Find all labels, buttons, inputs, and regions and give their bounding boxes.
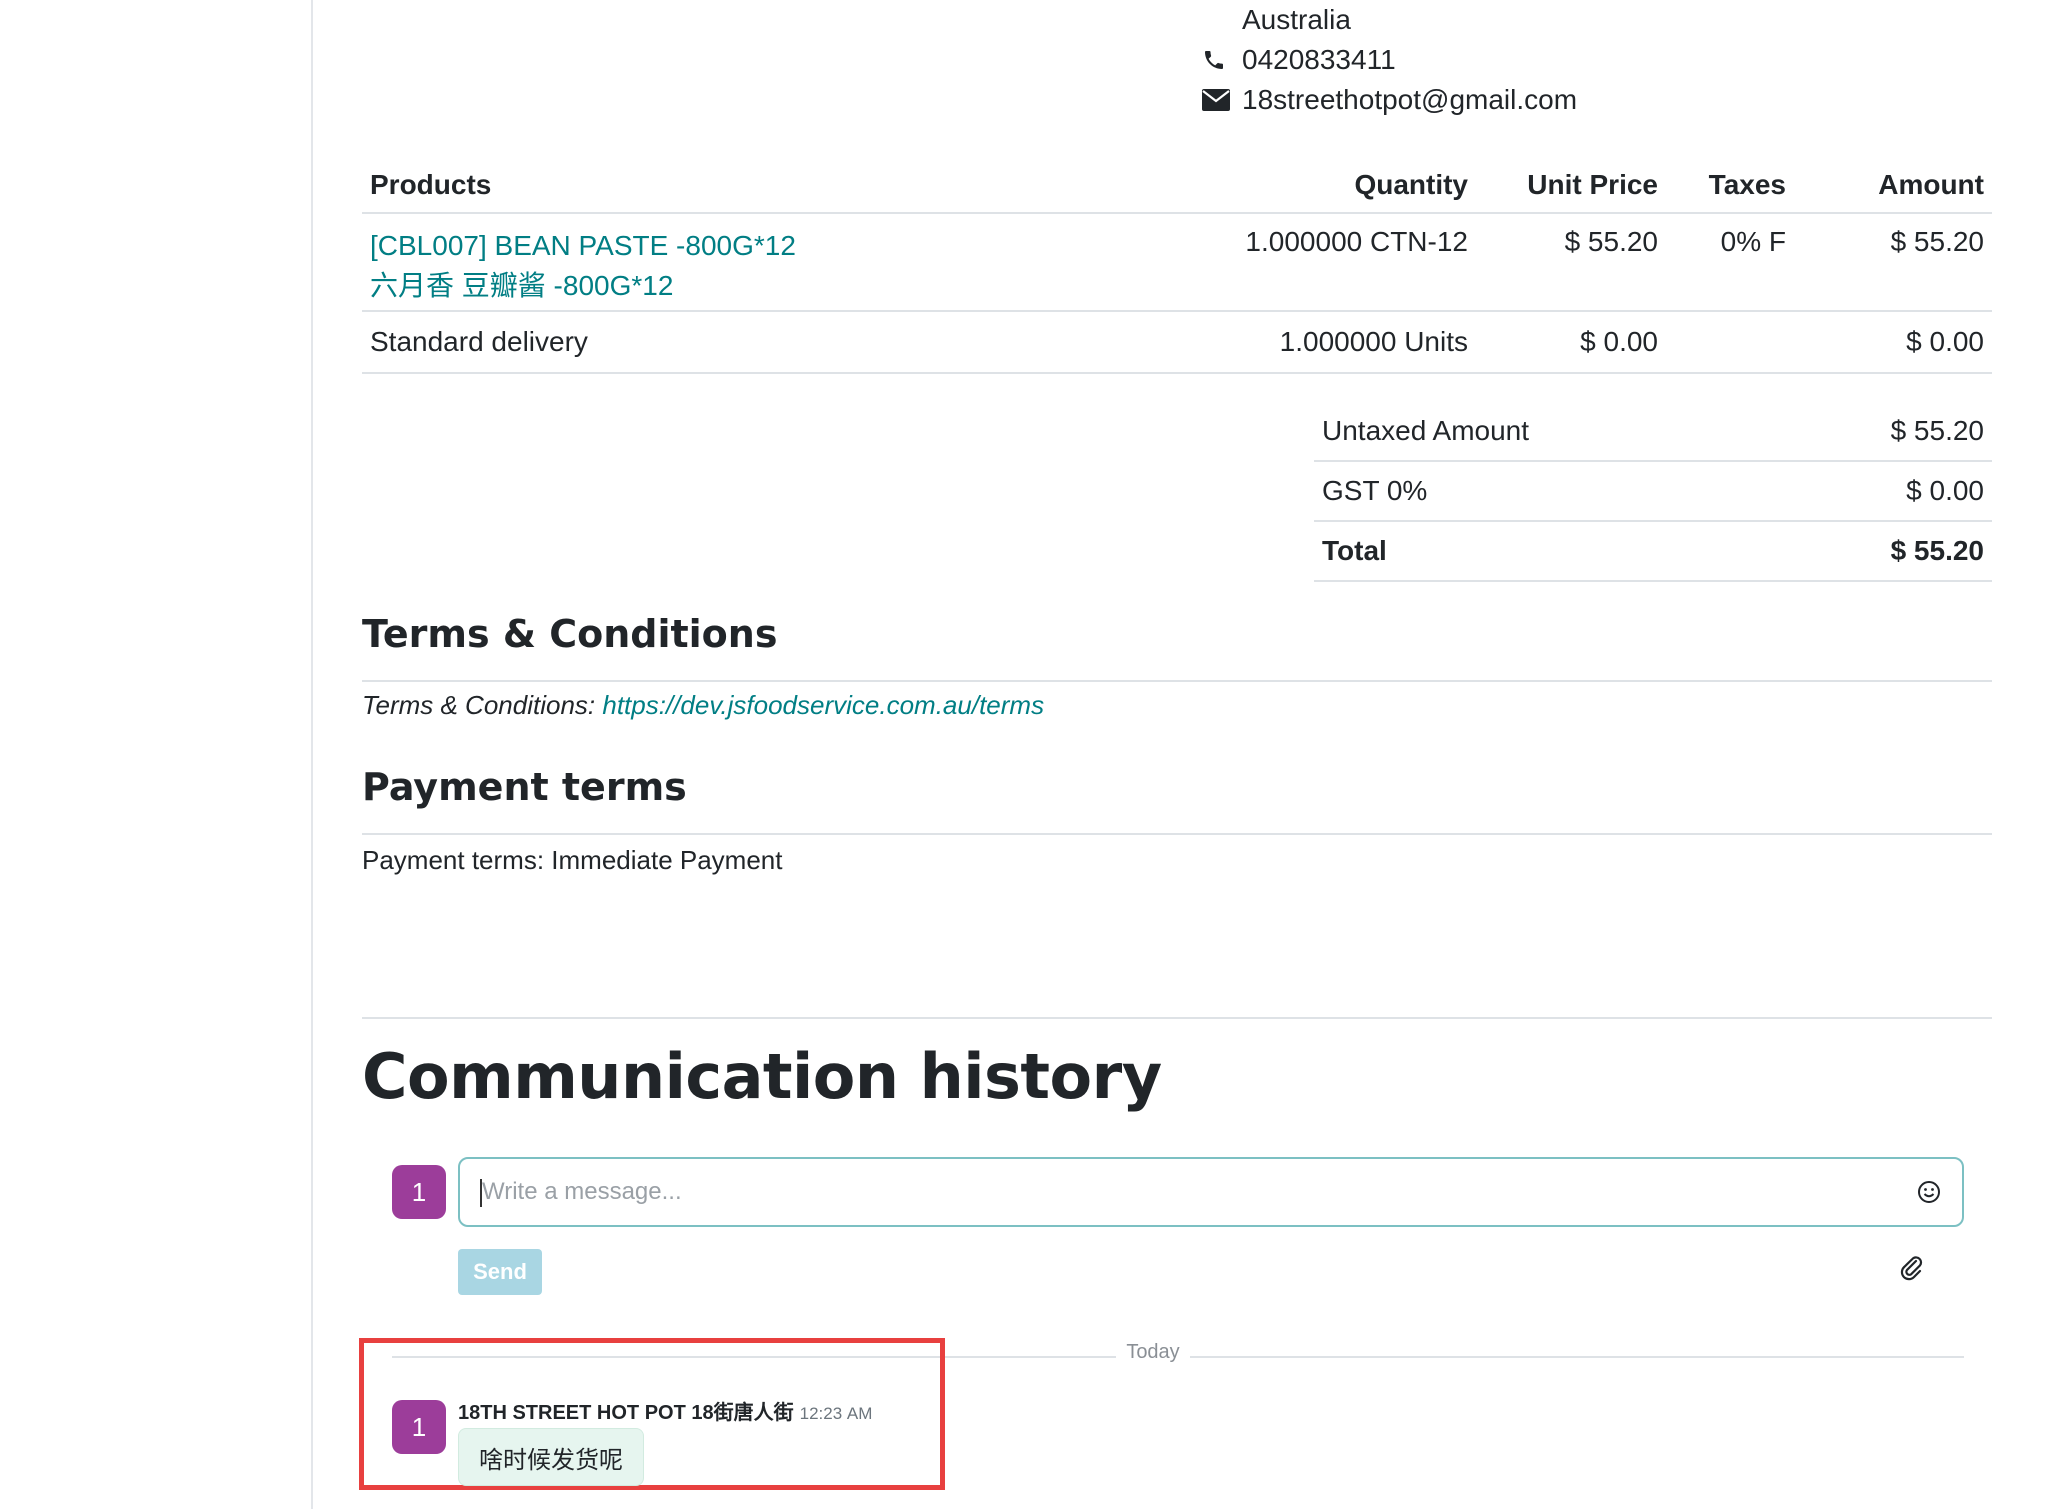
col-products: Products xyxy=(362,158,1198,214)
quantity-cell: 1.000000 Units xyxy=(1198,311,1476,374)
today-divider-right xyxy=(1190,1356,1964,1358)
message-composer xyxy=(458,1157,1964,1227)
col-unit-price: Unit Price xyxy=(1476,158,1666,214)
totals-label: Total xyxy=(1314,521,1769,582)
quantity-cell: 1.000000 CTN-12 xyxy=(1198,213,1476,312)
unit-price-cell: $ 55.20 xyxy=(1476,213,1666,312)
product-cell: [CBL007] BEAN PASTE -800G*12 六月香 豆瓣酱 -80… xyxy=(362,213,1198,312)
totals-row-gst: GST 0% $ 0.00 xyxy=(1314,461,1992,522)
payment-terms-heading: Payment terms xyxy=(362,765,1992,835)
composer-avatar: 1 xyxy=(392,1165,446,1219)
amount-cell: $ 0.00 xyxy=(1794,311,1992,374)
totals-label: Untaxed Amount xyxy=(1314,402,1769,462)
totals-row-untaxed: Untaxed Amount $ 55.20 xyxy=(1314,402,1992,462)
col-taxes: Taxes xyxy=(1666,158,1794,214)
product-link[interactable]: [CBL007] BEAN PASTE -800G*12 六月香 豆瓣酱 -80… xyxy=(370,226,1190,306)
totals-table: Untaxed Amount $ 55.20 GST 0% $ 0.00 Tot… xyxy=(1314,402,1992,582)
col-amount: Amount xyxy=(1794,158,1992,214)
taxes-cell: 0% F xyxy=(1666,213,1794,312)
today-divider-label: Today xyxy=(1126,1341,1180,1363)
terms-text: Terms & Conditions: https://dev.jsfoodse… xyxy=(362,690,1044,721)
emoji-icon[interactable] xyxy=(1914,1177,1944,1207)
table-header-row: Products Quantity Unit Price Taxes Amoun… xyxy=(362,158,1992,214)
phone-icon xyxy=(1202,48,1242,72)
terms-heading: Terms & Conditions xyxy=(362,612,1992,682)
send-button[interactable]: Send xyxy=(458,1249,542,1295)
terms-link[interactable]: https://dev.jsfoodservice.com.au/terms xyxy=(602,690,1044,720)
product-cell: Standard delivery xyxy=(362,311,1198,374)
communication-history-heading: Communication history xyxy=(362,1040,1162,1113)
unit-price-cell: $ 0.00 xyxy=(1476,311,1666,374)
products-table: Products Quantity Unit Price Taxes Amoun… xyxy=(362,158,1992,374)
address-phone: 0420833411 xyxy=(1242,44,1396,75)
portal-document: Australia 0420833411 18streethotpot@gmai… xyxy=(359,0,1992,1509)
text-caret xyxy=(480,1179,482,1207)
totals-row-total: Total $ 55.20 xyxy=(1314,521,1992,582)
amount-cell: $ 55.20 xyxy=(1794,213,1992,312)
message-author: 18TH STREET HOT POT 18街唐人街 12:23 AM xyxy=(458,1396,872,1425)
left-border xyxy=(311,0,313,1509)
totals-value: $ 0.00 xyxy=(1768,461,1992,522)
totals-label: GST 0% xyxy=(1314,461,1769,522)
payment-terms-text: Payment terms: Immediate Payment xyxy=(362,845,783,875)
address-email: 18streethotpot@gmail.com xyxy=(1242,84,1578,115)
address-country: Australia xyxy=(1242,4,1351,35)
message-avatar: 1 xyxy=(392,1400,446,1454)
message-author-name: 18TH STREET HOT POT 18街唐人街 xyxy=(458,1402,794,1424)
table-row: Standard delivery 1.000000 Units $ 0.00 … xyxy=(362,311,1992,374)
section-divider xyxy=(362,1017,1992,1019)
terms-label: Terms & Conditions: xyxy=(362,690,603,720)
table-row: [CBL007] BEAN PASTE -800G*12 六月香 豆瓣酱 -80… xyxy=(362,213,1992,312)
envelope-icon xyxy=(1202,89,1242,111)
paperclip-icon[interactable] xyxy=(1896,1252,1926,1282)
message-input[interactable] xyxy=(480,1177,1914,1207)
message-time: 12:23 AM xyxy=(799,1404,873,1423)
taxes-cell xyxy=(1666,311,1794,374)
totals-value: $ 55.20 xyxy=(1768,402,1992,462)
message-bubble: 啥时候发货呢 xyxy=(458,1428,644,1486)
customer-address: Australia 0420833411 18streethotpot@gmai… xyxy=(1202,0,1577,120)
col-quantity: Quantity xyxy=(1198,158,1476,214)
totals-value: $ 55.20 xyxy=(1768,521,1992,582)
